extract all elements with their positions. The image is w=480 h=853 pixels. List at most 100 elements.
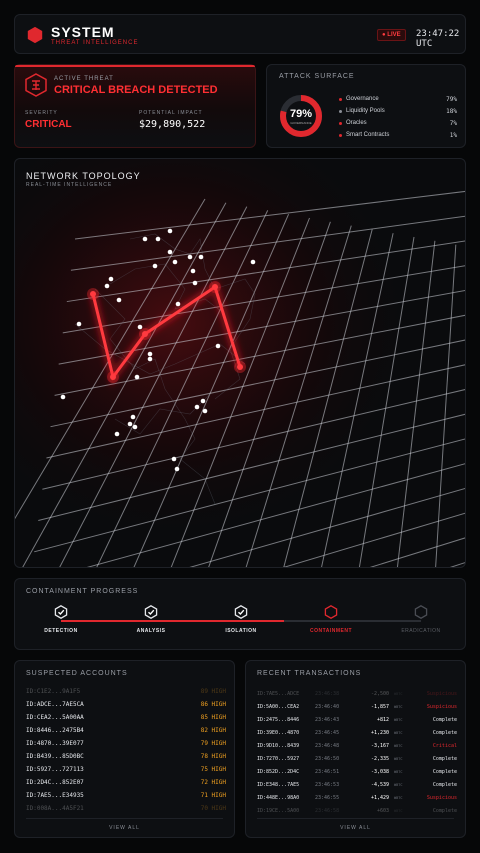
tx-status: Complete [432,808,457,814]
live-label: LIVE [387,32,401,38]
account-row[interactable]: ID:C1E2...9A1F5 89 HIGH [26,686,226,698]
tx-unit: WBTC [394,783,403,787]
transaction-row[interactable]: ID:19CE...5A00 23:46:58 +603 WBTC Complete [257,805,457,817]
tx-status: Complete [432,769,457,775]
tx-status: Complete [432,756,457,762]
accounts-view-all-link[interactable]: VIEW ALL [15,825,234,831]
transaction-row[interactable]: ID:E348...7AE5 23:46:53 -4,539 WBTC Complete [257,779,457,791]
transactions-view-all-link[interactable]: VIEW ALL [246,825,465,831]
transaction-row[interactable]: ID:448E...98A0 23:46:55 +1,429 WBTC Suspicio… [257,792,457,804]
tx-amount: -4,539 [370,782,389,788]
severity-value: CRITICAL [25,119,72,130]
account-row[interactable]: ID:ADCE...7AE5CA 86 HIGH [26,699,226,711]
account-id: ID:4870...39E077 [26,740,84,747]
pending-hexagon-icon [414,605,428,619]
brand-title: SYSTEM [51,24,115,40]
network-node[interactable] [132,424,138,430]
network-node[interactable] [116,297,122,303]
account-row[interactable]: ID:7AE5...E34935 71 HIGH [26,790,226,802]
attack-row[interactable]: Liquidity Pools 18% [339,107,457,117]
transaction-row[interactable]: ID:7270...5927 23:46:50 -2,335 WBTC Complete [257,753,457,765]
network-node[interactable] [200,398,206,404]
network-node[interactable] [202,408,208,414]
account-row[interactable]: ID:8446...2475B4 82 HIGH [26,725,226,737]
network-node[interactable] [187,254,193,260]
network-node[interactable] [167,228,173,234]
containment-step-eradication[interactable]: ERADICATION [391,605,451,634]
active-threat-card[interactable]: ACTIVE THREAT CRITICAL BREACH DETECTED S… [14,64,256,148]
network-node[interactable] [175,301,181,307]
transaction-row[interactable]: ID:39E0...4870 23:46:45 +1,230 WBTC Complete [257,727,457,739]
network-node[interactable] [130,414,136,420]
network-node[interactable] [108,276,114,282]
step-label: ANALYSIS [136,628,166,634]
account-row[interactable]: ID:008A...4A5F21 70 HIGH [26,803,226,815]
account-row[interactable]: ID:5927...727113 75 HIGH [26,764,226,776]
network-node[interactable] [134,374,140,380]
transaction-row[interactable]: ID:7AE5...ADCE 23:46:38 -2,500 WBTC Suspicio… [257,688,457,700]
account-row[interactable]: ID:2D4C...852E07 72 HIGH [26,777,226,789]
active-hexagon-icon [324,605,338,619]
tx-id: ID:7270...5927 [257,756,300,762]
tx-unit: WBTC [394,705,403,709]
network-node[interactable] [172,259,178,265]
attack-row-name: Smart Contracts [346,132,390,138]
network-node[interactable] [174,466,180,472]
tx-id: ID:39E0...4870 [257,730,300,736]
attack-row[interactable]: Oracles 7% [339,119,457,129]
transaction-row[interactable]: ID:852D...2D4C 23:46:51 -3,038 WBTC Complete [257,766,457,778]
compromised-node[interactable] [142,331,148,337]
network-node[interactable] [127,421,133,427]
tx-id: ID:E348...7AE5 [257,782,300,788]
risk-score: 75 HIGH [200,766,226,773]
check-hexagon-icon [234,605,248,619]
network-node[interactable] [171,456,177,462]
compromised-node[interactable] [212,284,218,290]
containment-step-isolation[interactable]: ISOLATION [211,605,271,634]
network-node[interactable] [104,283,110,289]
network-node[interactable] [76,321,82,327]
tx-amount: +603 [376,808,389,814]
tx-time: 23:46:55 [315,795,340,801]
account-row[interactable]: ID:CEA2...5A00AA 85 HIGH [26,712,226,724]
transaction-row[interactable]: ID:9D10...8439 23:46:48 -3,167 WBTC Critical [257,740,457,752]
network-node[interactable] [190,268,196,274]
attack-row[interactable]: Smart Contracts 1% [339,131,457,141]
network-node[interactable] [137,324,143,330]
impact-value: $29,890,522 [139,119,206,130]
network-node[interactable] [250,259,256,265]
network-node[interactable] [215,343,221,349]
account-row[interactable]: ID:4870...39E077 79 HIGH [26,738,226,750]
tx-unit: WBTC [394,796,403,800]
network-node[interactable] [198,254,204,260]
network-graph[interactable] [15,159,466,568]
tx-amount: -2,500 [370,691,389,697]
network-node[interactable] [152,263,158,269]
compromised-node[interactable] [237,364,243,370]
network-node[interactable] [114,431,120,437]
network-node[interactable] [142,236,148,242]
transaction-row[interactable]: ID:5A00...CEA2 23:46:40 -1,857 WBTC Suspicio… [257,701,457,713]
tx-amount: -1,857 [370,704,389,710]
network-node[interactable] [194,404,200,410]
tx-amount: +812 [376,717,389,723]
network-topology-panel[interactable]: NETWORK TOPOLOGY REAL-TIME INTELLIGENCE [14,158,466,568]
containment-step-detection[interactable]: DETECTION [31,605,91,634]
attack-surface-card: ATTACK SURFACE 79% GOVERNANCE Governance… [266,64,466,148]
transaction-row[interactable]: ID:2475...8446 23:46:43 +812 WBTC Complete [257,714,457,726]
network-node[interactable] [147,356,153,362]
network-node[interactable] [192,280,198,286]
attack-row[interactable]: Governance 79% [339,95,457,105]
divider [26,818,223,819]
tx-status: Suspicious [426,795,457,801]
compromised-node[interactable] [90,291,96,297]
containment-step-analysis[interactable]: ANALYSIS [121,605,181,634]
network-node[interactable] [167,249,173,255]
compromised-node[interactable] [110,374,116,380]
network-node[interactable] [60,394,66,400]
containment-step-containment[interactable]: CONTAINMENT [301,605,361,634]
tx-id: ID:19CE...5A00 [257,808,300,814]
account-row[interactable]: ID:B439...85D0BC 78 HIGH [26,751,226,763]
network-node[interactable] [155,236,161,242]
network-node[interactable] [147,351,153,357]
